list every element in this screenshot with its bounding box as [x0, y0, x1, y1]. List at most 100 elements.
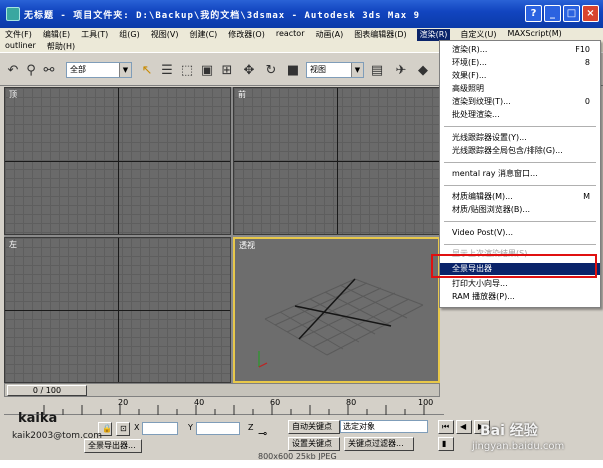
undo-icon[interactable]: ↶: [4, 61, 22, 79]
app-window: 无标题 - 项目文件夹: D:\Backup\我的文档\3dsmax - Aut…: [0, 0, 603, 460]
set-key-button[interactable]: 设置关键点: [288, 437, 340, 451]
watermark-brand: kaika: [18, 411, 58, 426]
panorama-status-item: 全景导出器...: [84, 439, 142, 453]
chevron-down-icon: ▼: [351, 63, 363, 77]
link-icon[interactable]: ⚲: [22, 61, 40, 79]
viewport-area: 顶 前 左 透视: [4, 87, 440, 383]
key-filters-button[interactable]: 关键点过滤器...: [344, 437, 414, 451]
viewport-front[interactable]: 前: [233, 87, 440, 235]
selected-object-field[interactable]: 选定对象: [340, 420, 428, 433]
watermark-site: Bai 经验: [480, 423, 538, 439]
menu-modifiers[interactable]: 修改器(O): [227, 29, 266, 41]
render-menu-item-print-size[interactable]: 打印大小向导...: [440, 278, 600, 290]
render-menu-item-environment[interactable]: 环境(E)... 8: [440, 57, 600, 69]
menu-graph-editors[interactable]: 图表编辑器(D): [353, 29, 407, 41]
track-bar[interactable]: 20 40 60 80 100: [4, 397, 444, 415]
menu-create[interactable]: 创建(C): [188, 29, 218, 41]
selection-filter-dropdown[interactable]: 全部 ▼: [66, 62, 132, 78]
reference-coord-value: 视图: [310, 65, 326, 74]
window-title: 无标题 - 项目文件夹: D:\Backup\我的文档\3dsmax - Aut…: [24, 10, 420, 21]
render-menu-item-raytracer-include[interactable]: 光线跟踪器全局包含/排除(G)...: [440, 145, 600, 157]
menu-separator: [444, 244, 596, 245]
title-bar: 无标题 - 项目文件夹: D:\Backup\我的文档\3dsmax - Aut…: [0, 0, 603, 28]
time-slider[interactable]: 0 / 100: [4, 383, 440, 397]
pivot-center-icon[interactable]: ▤: [368, 61, 386, 79]
menu-separator: [444, 221, 596, 222]
key-mode-icon[interactable]: ▮: [438, 437, 454, 451]
viewport-left[interactable]: 左: [4, 237, 231, 383]
selection-filter-value: 全部: [70, 65, 86, 74]
tick-label-80: 80: [346, 398, 357, 407]
menu-separator: [444, 162, 596, 163]
auto-key-button[interactable]: 自动关键点: [288, 420, 340, 434]
x-coordinate-field[interactable]: [142, 422, 178, 435]
grid-axis-y: [118, 88, 119, 234]
watermark-url: jingyan.baidu.com: [472, 441, 565, 452]
render-menu-item-material-editor[interactable]: 材质编辑器(M)... M: [440, 191, 600, 203]
grid-axis-z: [337, 88, 338, 234]
window-controls: ? _ □ ×: [525, 5, 599, 22]
perspective-grid: [258, 278, 424, 368]
render-menu-item-material-browser[interactable]: 材质/贴图浏览器(B)...: [440, 204, 600, 216]
reference-coord-dropdown[interactable]: 视图 ▼: [306, 62, 364, 78]
viewport-top-label[interactable]: 顶: [9, 89, 17, 100]
render-menu-item-mental-ray[interactable]: mental ray 消息窗口...: [440, 168, 600, 180]
select-manipulate-icon[interactable]: ✈: [392, 61, 410, 79]
render-menu-item-ram-player[interactable]: RAM 播放器(P)...: [440, 291, 600, 303]
menu-views[interactable]: 视图(V): [150, 29, 180, 41]
select-by-name-icon[interactable]: ☰: [158, 61, 176, 79]
window-crossing-icon[interactable]: ▣: [198, 61, 216, 79]
highlight-annotation-box: [431, 254, 597, 278]
menu-separator: [444, 126, 596, 127]
x-label: X: [134, 423, 140, 432]
viewport-top[interactable]: 顶: [4, 87, 231, 235]
render-menu-item-raytracer-settings[interactable]: 光线跟踪器设置(Y)...: [440, 132, 600, 144]
snaps-icon[interactable]: ◆: [414, 61, 432, 79]
menu-animation[interactable]: 动画(A): [314, 29, 344, 41]
select-arrow-icon[interactable]: ↖: [138, 61, 156, 79]
render-menu-item-video-post[interactable]: Video Post(V)...: [440, 227, 600, 239]
move-icon[interactable]: ✥: [240, 61, 258, 79]
menu-file[interactable]: 文件(F): [4, 29, 33, 41]
tick-label-100: 100: [418, 398, 434, 407]
menu-tools[interactable]: 工具(T): [80, 29, 109, 41]
render-menu-item-effects[interactable]: 效果(F)...: [440, 70, 600, 82]
close-button[interactable]: ×: [582, 5, 599, 22]
rotate-icon[interactable]: ↻: [262, 61, 280, 79]
goto-start-icon[interactable]: ⏮: [438, 420, 454, 434]
time-slider-thumb[interactable]: 0 / 100: [7, 385, 87, 396]
tick-label-60: 60: [270, 398, 281, 407]
tick-label-20: 20: [118, 398, 129, 407]
absolute-mode-icon[interactable]: ⊡: [116, 422, 130, 436]
prev-frame-icon[interactable]: ◀: [456, 420, 472, 434]
tick-label-40: 40: [194, 398, 205, 407]
grid-axis-z: [118, 238, 119, 382]
menu-group[interactable]: 组(G): [118, 29, 140, 41]
unlink-icon[interactable]: ⚯: [40, 61, 58, 79]
render-menu-item-advanced-lighting[interactable]: 高级照明: [440, 83, 600, 95]
image-info: 800x600 25kb JPEG: [258, 452, 337, 460]
viewport-front-label[interactable]: 前: [238, 89, 246, 100]
chevron-down-icon: ▼: [119, 63, 131, 77]
key-icon[interactable]: ⊸: [258, 427, 267, 440]
select-move-icon[interactable]: ⊞: [218, 61, 236, 79]
viewport-left-label[interactable]: 左: [9, 239, 17, 250]
rect-selection-icon[interactable]: ⬚: [178, 61, 196, 79]
minimize-button[interactable]: _: [544, 5, 561, 22]
z-label: Z: [248, 423, 254, 432]
track-ticks: [43, 405, 425, 415]
help-button[interactable]: ?: [525, 5, 542, 22]
scale-icon[interactable]: ■: [284, 61, 302, 79]
render-menu-item-batch-render[interactable]: 批处理渲染...: [440, 109, 600, 121]
viewport-perspective[interactable]: 透视: [233, 237, 440, 383]
render-menu-item-render[interactable]: 渲染(R)... F10: [440, 44, 600, 56]
watermark-email: kaik2003@tom.com: [12, 431, 103, 441]
menu-edit[interactable]: 编辑(E): [42, 29, 71, 41]
y-coordinate-field[interactable]: [196, 422, 240, 435]
bottom-strip: [0, 460, 603, 468]
render-menu-item-render-to-texture[interactable]: 渲染到纹理(T)... 0: [440, 96, 600, 108]
menu-reactor[interactable]: reactor: [275, 29, 306, 41]
app-icon: [6, 7, 20, 21]
menu-separator: [444, 185, 596, 186]
maximize-button[interactable]: □: [563, 5, 580, 22]
